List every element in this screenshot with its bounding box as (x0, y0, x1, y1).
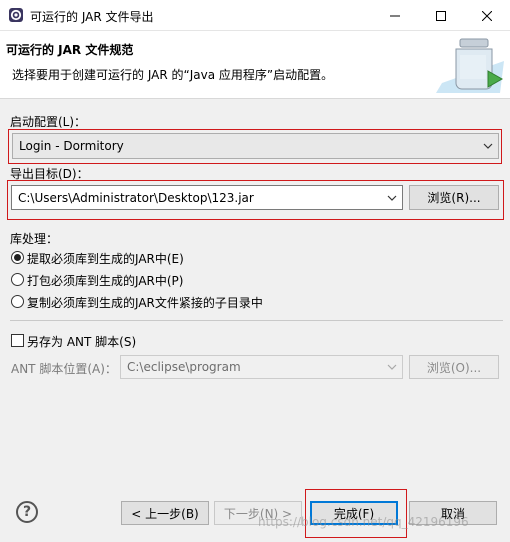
chevron-down-icon (384, 356, 400, 378)
library-handling-label: 库处理： (10, 232, 59, 246)
window-title: 可运行的 JAR 文件导出 (30, 10, 154, 24)
jar-export-icon (436, 38, 504, 93)
radio-copy-label[interactable]: 复制必须库到生成的JAR文件紧接的子目录中 (27, 294, 263, 311)
export-target-value: C:\Users\Administrator\Desktop\123.jar (18, 190, 254, 205)
radio-package-libraries[interactable] (11, 273, 24, 286)
finish-button[interactable]: 完成(F) (310, 501, 398, 525)
radio-extract-libraries[interactable] (11, 251, 24, 264)
minimize-icon (390, 15, 400, 16)
chevron-down-icon (384, 186, 400, 209)
maximize-button[interactable] (418, 0, 464, 31)
minimize-button[interactable] (372, 0, 418, 31)
ant-location-value: C:\eclipse\program (127, 360, 241, 374)
radio-package-label[interactable]: 打包必须库到生成的JAR中(P) (27, 272, 183, 289)
ant-location-combo: C:\eclipse\program (120, 355, 403, 379)
banner-description: 选择要用于创建可运行的 JAR 的“Java 应用程序”启动配置。 (12, 68, 334, 82)
help-icon[interactable]: ? (16, 501, 38, 523)
close-button[interactable] (464, 0, 510, 31)
eclipse-gear-icon (9, 8, 23, 22)
radio-copy-libraries[interactable] (11, 295, 24, 308)
browse-ant-button[interactable]: 浏览(O)... (409, 355, 499, 379)
maximize-icon (436, 10, 446, 21)
browse-export-button[interactable]: 浏览(R)... (409, 185, 499, 210)
close-icon (482, 10, 492, 21)
launch-config-label: 启动配置(L)： (10, 115, 87, 129)
cancel-button[interactable]: 取消 (409, 501, 497, 525)
launch-config-value: Login - Dormitory (19, 139, 124, 153)
save-ant-script-label[interactable]: 另存为 ANT 脚本(S) (27, 333, 136, 350)
banner-title: 可运行的 JAR 文件规范 (6, 43, 134, 57)
wizard-banner: 可运行的 JAR 文件规范 选择要用于创建可运行的 JAR 的“Java 应用程… (0, 31, 510, 99)
title-bar: 可运行的 JAR 文件导出 (0, 0, 510, 31)
section-divider (10, 320, 503, 321)
chevron-down-icon (480, 134, 496, 158)
export-target-combo[interactable]: C:\Users\Administrator\Desktop\123.jar (11, 185, 403, 210)
next-button[interactable]: 下一步(N) > (214, 501, 302, 525)
back-button[interactable]: < 上一步(B) (121, 501, 209, 525)
launch-config-select[interactable]: Login - Dormitory (12, 133, 499, 159)
radio-extract-label[interactable]: 提取必须库到生成的JAR中(E) (27, 250, 184, 267)
save-ant-script-checkbox[interactable] (11, 334, 24, 347)
ant-location-label: ANT 脚本位置(A)： (11, 362, 117, 376)
